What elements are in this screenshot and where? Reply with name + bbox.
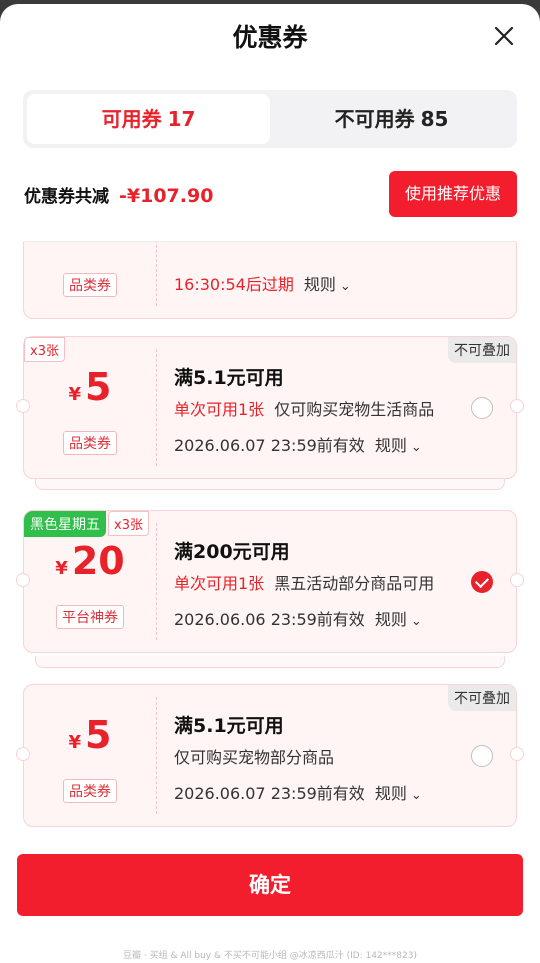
rule-label: 规则 [303, 275, 336, 294]
coupon-sheet: 优惠券 可用券 17 不可用券 85 优惠券共减 -¥107.90 使用推荐优惠 品类… [0, 4, 540, 963]
coupon-card[interactable]: 品类券 16:30:54后过期 规则 ⌄ [23, 242, 517, 319]
coupon-type-badge: 品类券 [63, 273, 117, 297]
rule-label: 规则 [374, 610, 407, 629]
tab-unavailable[interactable]: 不可用券 85 [270, 94, 513, 144]
card-stack-shadow [35, 478, 505, 490]
chevron-down-icon: ⌄ [410, 788, 422, 803]
coupon-list[interactable]: 品类券 16:30:54后过期 规则 ⌄ x3张 不可叠加 ¥5 品类券 满5.1元… [0, 242, 540, 842]
card-notch [510, 399, 524, 413]
amount-value: 5 [85, 365, 112, 409]
quantity-tag: x3张 [108, 511, 149, 536]
card-separator [156, 523, 157, 640]
rule-link[interactable]: 规则 ⌄ [375, 610, 422, 629]
tab-unavailable-label: 不可用券 [334, 107, 415, 131]
page-title: 优惠券 [232, 23, 308, 52]
card-notch [510, 573, 524, 587]
select-radio[interactable] [471, 745, 493, 767]
amount-value: 20 [71, 539, 125, 583]
select-radio[interactable] [471, 397, 493, 419]
coupon-amount: ¥20 [24, 539, 156, 583]
chevron-down-icon: ⌄ [410, 440, 422, 455]
coupon-description: 仅可购买宠物部分商品 [174, 744, 334, 768]
card-separator [156, 697, 157, 814]
currency-symbol: ¥ [55, 558, 68, 579]
rule-link[interactable]: 规则 ⌄ [304, 275, 351, 294]
coupon-type-badge: 平台神券 [56, 605, 124, 629]
rule-label: 规则 [374, 784, 407, 803]
discount-amount: -¥107.90 [119, 185, 214, 207]
tab-unavailable-count: 85 [420, 107, 449, 131]
currency-symbol: ¥ [68, 384, 82, 405]
coupon-countdown: 16:30:54后过期 [174, 275, 294, 294]
card-stack-shadow [35, 656, 505, 668]
rule-link[interactable]: 规则 ⌄ [375, 784, 422, 803]
coupon-description: 单次可用1张 黑五活动部分商品可用 [174, 570, 434, 594]
tab-available[interactable]: 可用券 17 [27, 94, 270, 144]
card-notch [510, 747, 524, 761]
expiry-date: 2026.06.07 23:59前有效 [174, 436, 365, 455]
discount-summary: 优惠券共减 -¥107.90 [24, 182, 213, 207]
coupon-amount: ¥5 [24, 365, 156, 409]
promo-tag: 黑色星期五 [24, 511, 106, 537]
coupon-card[interactable]: x3张 不可叠加 ¥5 品类券 满5.1元可用 单次可用1张 仅可购买宠物生活商品… [16, 336, 524, 479]
amount-value: 5 [85, 713, 112, 757]
discount-label: 优惠券共减 [24, 187, 109, 207]
coupon-expiry: 16:30:54后过期 规则 ⌄ [174, 271, 351, 295]
coupon-expiry: 2026.06.06 23:59前有效 规则 ⌄ [174, 606, 422, 630]
tab-available-label: 可用券 [101, 107, 162, 131]
no-stack-tag: 不可叠加 [448, 685, 516, 711]
usage-limit: 单次可用1张 [174, 400, 265, 419]
currency-symbol: ¥ [68, 732, 82, 753]
usage-limit: 单次可用1张 [174, 574, 265, 593]
card-separator [156, 242, 157, 306]
confirm-button[interactable]: 确定 [17, 854, 523, 916]
chevron-down-icon: ⌄ [339, 279, 351, 294]
select-radio-checked[interactable] [471, 571, 493, 593]
rule-label: 规则 [374, 436, 407, 455]
card-separator [156, 349, 157, 466]
coupon-type-badge: 品类券 [63, 779, 117, 803]
rule-link[interactable]: 规则 ⌄ [375, 436, 422, 455]
quantity-tag: x3张 [24, 337, 65, 362]
coupon-amount: ¥5 [24, 713, 156, 757]
close-icon[interactable] [492, 24, 516, 48]
expiry-date: 2026.06.06 23:59前有效 [174, 610, 365, 629]
no-stack-tag: 不可叠加 [448, 337, 516, 363]
usage-scope: 黑五活动部分商品可用 [274, 574, 435, 593]
coupon-condition: 满5.1元可用 [174, 367, 284, 389]
coupon-card[interactable]: 黑色星期五 x3张 ¥20 平台神券 满200元可用 单次可用1张 黑五活动部分商… [16, 510, 524, 653]
coupon-tabs: 可用券 17 不可用券 85 [23, 90, 517, 148]
coupon-expiry: 2026.06.07 23:59前有效 规则 ⌄ [174, 780, 422, 804]
coupon-condition: 满5.1元可用 [174, 715, 284, 737]
recommend-button[interactable]: 使用推荐优惠 [389, 171, 517, 217]
expiry-date: 2026.06.07 23:59前有效 [174, 784, 365, 803]
coupon-condition: 满200元可用 [174, 541, 290, 563]
coupon-description: 单次可用1张 仅可购买宠物生活商品 [174, 396, 434, 420]
watermark-text: 豆瓣 · 买组 & All buy & 不买不可能小组 @冰凉西瓜汁 (ID: … [123, 951, 417, 961]
coupon-card[interactable]: 不可叠加 ¥5 品类券 满5.1元可用 仅可购买宠物部分商品 2026.06.0… [16, 684, 524, 827]
usage-scope: 仅可购买宠物生活商品 [274, 400, 435, 419]
tab-available-count: 17 [167, 107, 196, 131]
coupon-expiry: 2026.06.07 23:59前有效 规则 ⌄ [174, 432, 422, 456]
chevron-down-icon: ⌄ [410, 614, 422, 629]
coupon-type-badge: 品类券 [63, 431, 117, 455]
usage-scope: 仅可购买宠物部分商品 [174, 748, 335, 767]
